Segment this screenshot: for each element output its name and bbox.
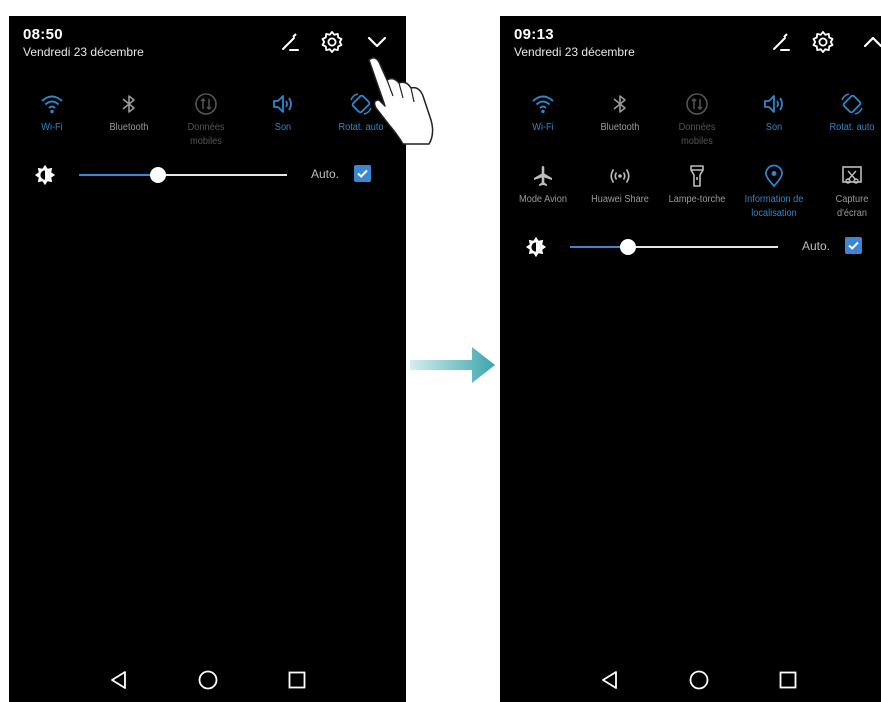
brightness-slider[interactable]	[79, 167, 287, 183]
tile-bluetooth[interactable]: Bluetooth	[90, 92, 168, 135]
status-header: 08:50 Vendredi 23 décembre	[23, 26, 144, 59]
brightness-slider-thumb[interactable]	[620, 239, 637, 255]
tile-label: Rotat. auto	[829, 122, 875, 133]
tile-auto-rotate[interactable]: Rotat. auto	[813, 92, 881, 135]
mobile-data-icon	[194, 92, 218, 116]
tile-label: Lampe-torche	[668, 194, 726, 205]
status-header: 09:13 Vendredi 23 décembre	[514, 26, 635, 59]
brightness-slider[interactable]	[570, 239, 778, 255]
tile-mobile-data[interactable]: Données mobiles	[167, 92, 245, 149]
wifi-icon	[531, 92, 555, 116]
transition-arrow-icon	[410, 347, 495, 383]
edit-icon[interactable]	[769, 30, 793, 54]
tile-wifi[interactable]: Wi-Fi	[504, 92, 582, 135]
brightness-row: Auto.	[500, 236, 881, 260]
brightness-icon	[525, 236, 547, 258]
sound-icon	[762, 92, 786, 116]
navigation-bar	[9, 662, 406, 702]
brightness-row: Auto.	[9, 164, 406, 188]
date-label: Vendredi 23 décembre	[514, 45, 635, 59]
phone-screen-before: 08:50 Vendredi 23 décembre Wi-Fi Bluetoo…	[9, 16, 406, 702]
tile-mobile-data[interactable]: Données mobiles	[658, 92, 736, 149]
clock: 09:13	[514, 26, 554, 43]
auto-brightness-checkbox[interactable]	[845, 237, 862, 254]
tile-label: Huawei Share	[591, 194, 649, 205]
tap-hand-icon	[368, 57, 434, 145]
tile-label: Données mobiles	[187, 122, 225, 147]
back-icon[interactable]	[598, 668, 622, 692]
tile-label: Capture d'écran	[835, 194, 869, 219]
flashlight-icon	[685, 164, 709, 188]
tile-huawei-share[interactable]: Huawei Share	[581, 164, 659, 207]
tile-flashlight[interactable]: Lampe-torche	[658, 164, 736, 207]
auto-brightness-label: Auto.	[802, 239, 831, 253]
tile-label: Données mobiles	[678, 122, 716, 147]
huawei-share-icon	[608, 164, 632, 188]
wifi-icon	[40, 92, 64, 116]
tile-label: Mode Avion	[519, 194, 567, 205]
location-icon	[762, 164, 786, 188]
screenshot-icon	[840, 164, 864, 188]
bluetooth-icon	[608, 92, 632, 116]
navigation-bar	[500, 662, 881, 702]
home-icon[interactable]	[196, 668, 220, 692]
settings-icon[interactable]	[811, 30, 835, 54]
chevron-up-icon[interactable]	[861, 30, 881, 54]
tile-label: Son	[274, 122, 292, 133]
tile-label: Bluetooth	[109, 122, 149, 133]
home-icon[interactable]	[687, 668, 711, 692]
airplane-icon	[531, 164, 555, 188]
tile-location[interactable]: Information de localisation	[735, 164, 813, 221]
tile-sound[interactable]: Son	[735, 92, 813, 135]
auto-brightness-label: Auto.	[311, 167, 340, 181]
tile-label: Bluetooth	[600, 122, 640, 133]
back-icon[interactable]	[107, 668, 131, 692]
auto-rotate-icon	[840, 92, 864, 116]
brightness-slider-thumb[interactable]	[150, 167, 167, 183]
tile-label: Wi-Fi	[532, 122, 554, 133]
bluetooth-icon	[117, 92, 141, 116]
tile-label: Wi-Fi	[41, 122, 63, 133]
recents-icon[interactable]	[776, 668, 800, 692]
clock: 08:50	[23, 26, 63, 43]
tile-airplane-mode[interactable]: Mode Avion	[504, 164, 582, 207]
tile-label: Information de localisation	[744, 194, 804, 219]
tile-wifi[interactable]: Wi-Fi	[13, 92, 91, 135]
settings-icon[interactable]	[320, 30, 344, 54]
tile-bluetooth[interactable]: Bluetooth	[581, 92, 659, 135]
auto-brightness-checkbox[interactable]	[354, 165, 371, 182]
brightness-icon	[34, 164, 56, 186]
tile-screenshot[interactable]: Capture d'écran	[813, 164, 881, 221]
edit-icon[interactable]	[278, 30, 302, 54]
tile-label: Son	[765, 122, 783, 133]
recents-icon[interactable]	[285, 668, 309, 692]
chevron-down-icon[interactable]	[365, 30, 389, 54]
brightness-slider-fill	[79, 174, 159, 176]
phone-screen-after: 09:13 Vendredi 23 décembre Wi-Fi Bluetoo…	[500, 16, 881, 702]
tile-sound[interactable]: Son	[244, 92, 322, 135]
sound-icon	[271, 92, 295, 116]
date-label: Vendredi 23 décembre	[23, 45, 144, 59]
mobile-data-icon	[685, 92, 709, 116]
